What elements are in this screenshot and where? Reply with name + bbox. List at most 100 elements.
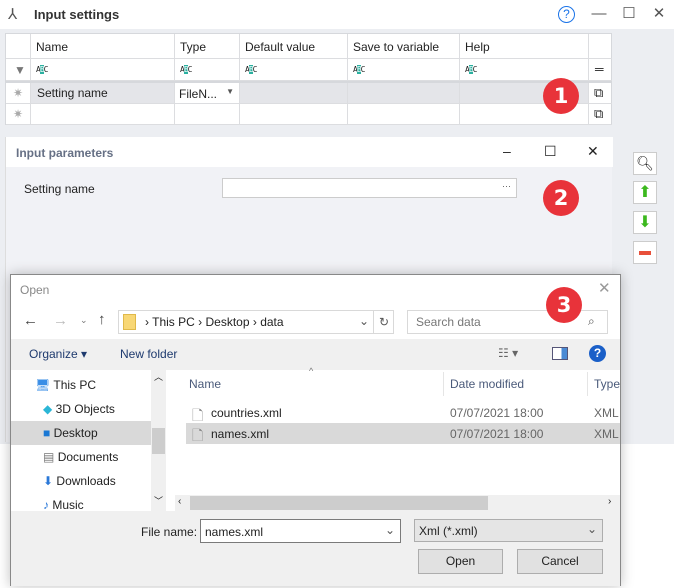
- scroll-right-icon[interactable]: ›: [608, 496, 611, 507]
- minimize-button[interactable]: —: [588, 4, 610, 24]
- new-row-default[interactable]: [240, 104, 348, 125]
- file-name-input[interactable]: names.xml ⌄: [200, 519, 401, 543]
- panel-close-button[interactable]: ✕: [587, 143, 599, 160]
- row-default-cell[interactable]: [240, 83, 348, 104]
- column-name[interactable]: Name: [189, 377, 221, 391]
- close-button[interactable]: ✕: [648, 4, 670, 24]
- current-row-icon: ✷: [6, 83, 31, 104]
- preview-pane-icon[interactable]: [552, 347, 568, 360]
- dialog-title: Open: [20, 283, 50, 297]
- remove-button[interactable]: [633, 241, 657, 264]
- file-name: names.xml: [211, 427, 270, 441]
- workflow-icon: ⅄: [8, 6, 18, 23]
- filter-save[interactable]: ABC: [348, 59, 460, 81]
- maximize-button[interactable]: ☐: [618, 4, 640, 24]
- row-name-cell[interactable]: Setting name: [31, 83, 175, 104]
- panel-minimize-button[interactable]: –: [503, 143, 511, 159]
- breadcrumb-data[interactable]: data: [260, 315, 283, 329]
- title-bar: ⅄ Input settings ? — ☐ ✕: [0, 0, 674, 29]
- nav-music[interactable]: ♪ Music: [11, 493, 151, 511]
- nav-label: 3D Objects: [55, 402, 115, 416]
- new-row-type[interactable]: [175, 104, 240, 125]
- nav-this-pc[interactable]: 🖥︎ This PC: [11, 373, 151, 397]
- search-button[interactable]: 🔍︎: [633, 152, 657, 175]
- help-icon[interactable]: ?: [589, 345, 606, 362]
- address-bar[interactable]: › This PC › Desktop › data ⌄ ↻: [118, 310, 394, 334]
- panel-maximize-button[interactable]: ☐: [544, 143, 557, 160]
- column-header-type[interactable]: Type: [175, 34, 240, 59]
- breadcrumb-this-pc[interactable]: This PC: [152, 315, 195, 329]
- organize-button[interactable]: Organize ▾: [29, 347, 87, 361]
- row-type-value: FileN...: [179, 87, 218, 101]
- filter-icon[interactable]: ▼: [6, 59, 31, 81]
- filter-type[interactable]: ABC: [175, 59, 240, 81]
- badge-1: 1: [543, 78, 579, 114]
- refresh-icon[interactable]: ↻: [373, 311, 394, 333]
- help-icon[interactable]: ?: [558, 6, 575, 23]
- filter-name[interactable]: ABC: [31, 59, 175, 81]
- recent-dropdown[interactable]: ⌄: [80, 315, 88, 326]
- filter-help[interactable]: ABC: [460, 59, 589, 81]
- view-options-icon[interactable]: ☷ ▾: [498, 346, 518, 360]
- new-row-icon: ✷: [6, 104, 31, 125]
- file-type-select[interactable]: Xml (*.xml) ⌄: [414, 519, 603, 542]
- setting-name-input[interactable]: ···: [222, 178, 517, 198]
- file-type: XML: [594, 406, 619, 420]
- nav-desktop[interactable]: ■ Desktop: [11, 421, 151, 445]
- column-type[interactable]: Type: [594, 377, 620, 391]
- nav-scrollbar[interactable]: ︿ ﹀: [151, 370, 166, 511]
- filter-default[interactable]: ABC: [240, 59, 348, 81]
- navigation-pane: 🖥︎ This PC ◆ 3D Objects ■ Desktop ▤ Docu…: [11, 370, 166, 511]
- setting-name-label: Setting name: [24, 182, 95, 196]
- minus-icon: [639, 251, 651, 256]
- address-dropdown[interactable]: ⌄: [359, 314, 369, 328]
- row-save-cell[interactable]: [348, 83, 460, 104]
- column-menu-icon[interactable]: ═: [589, 59, 612, 81]
- file-row-selected[interactable]: 🗋 names.xml 07/07/2021 18:00 XML: [186, 423, 620, 444]
- nav-scroll-thumb[interactable]: [152, 428, 165, 454]
- h-scroll-thumb[interactable]: [190, 496, 488, 510]
- dialog-close-button[interactable]: ✕: [598, 279, 611, 297]
- forward-button[interactable]: →: [53, 312, 68, 329]
- panel-title: Input parameters: [16, 146, 114, 160]
- browse-button[interactable]: ···: [502, 181, 511, 191]
- window-title: Input settings: [34, 7, 120, 22]
- column-header-name[interactable]: Name: [31, 34, 175, 59]
- move-up-button[interactable]: ⬆: [633, 181, 657, 204]
- column-date[interactable]: Date modified: [450, 377, 524, 391]
- file-row[interactable]: 🗋 countries.xml 07/07/2021 18:00 XML: [186, 403, 620, 423]
- chevron-down-icon: ▼: [226, 87, 234, 96]
- chevron-down-icon: ⌄: [587, 522, 598, 536]
- column-header-save[interactable]: Save to variable: [348, 34, 460, 59]
- folder-icon: [123, 314, 136, 330]
- breadcrumb-desktop[interactable]: Desktop: [205, 315, 249, 329]
- column-header-default[interactable]: Default value: [240, 34, 348, 59]
- nav-3d-objects[interactable]: ◆ 3D Objects: [11, 397, 151, 421]
- back-button[interactable]: ←: [23, 312, 38, 329]
- scroll-up-icon[interactable]: ︿: [154, 370, 163, 383]
- file-name-label: File name:: [141, 525, 198, 539]
- file-list: ^ Name Date modified Type 🗋 countries.xm…: [171, 366, 620, 511]
- up-button[interactable]: ↑: [98, 311, 106, 328]
- scroll-left-icon[interactable]: ‹: [178, 496, 181, 507]
- horizontal-scrollbar[interactable]: ‹ ›: [175, 495, 620, 511]
- new-row-name[interactable]: [31, 104, 175, 125]
- scroll-down-icon[interactable]: ﹀: [154, 494, 163, 507]
- move-down-button[interactable]: ⬇: [633, 211, 657, 234]
- breadcrumb: › This PC › Desktop › data: [145, 315, 284, 329]
- nav-label: Documents: [57, 450, 119, 464]
- cancel-button[interactable]: Cancel: [517, 549, 603, 574]
- panel-header: Input parameters – ☐ ✕: [6, 137, 613, 167]
- nav-documents[interactable]: ▤ Documents: [11, 445, 151, 469]
- open-button[interactable]: Open: [418, 549, 503, 574]
- copy-icon[interactable]: ⧉: [589, 104, 612, 125]
- row-type-select[interactable]: FileN... ▼: [175, 83, 240, 104]
- column-header-help[interactable]: Help: [460, 34, 589, 59]
- new-row-save[interactable]: [348, 104, 460, 125]
- chevron-down-icon[interactable]: ⌄: [385, 523, 395, 537]
- nav-downloads[interactable]: ⬇ Downloads: [11, 469, 151, 493]
- new-folder-button[interactable]: New folder: [120, 347, 177, 361]
- file-name: countries.xml: [211, 406, 282, 420]
- search-placeholder: Search data: [416, 315, 481, 329]
- copy-icon[interactable]: ⧉: [589, 83, 612, 104]
